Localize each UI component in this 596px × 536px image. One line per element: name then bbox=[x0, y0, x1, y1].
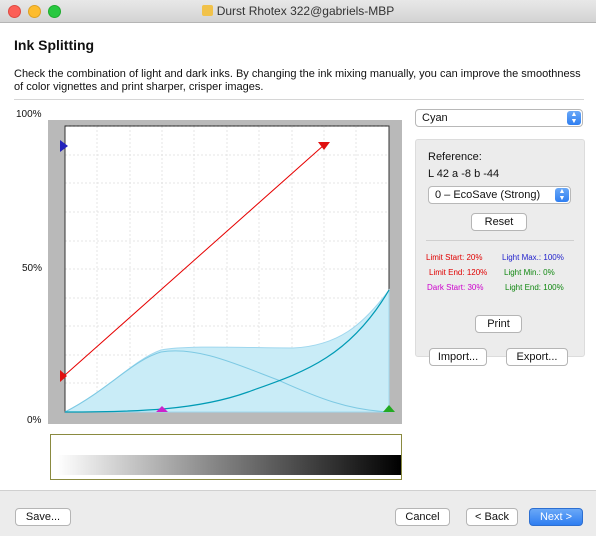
light-max-stat: Light Max.: 100% bbox=[502, 253, 564, 262]
light-min-value: 0% bbox=[543, 268, 555, 277]
window-title: Durst Rhotex 322@gabriels-MBP bbox=[0, 4, 596, 18]
limit-end-label: Limit End: bbox=[429, 268, 465, 277]
page-title: Ink Splitting bbox=[14, 37, 95, 53]
profile-select[interactable]: 0 – EcoSave (Strong) ▲ ▼ bbox=[428, 186, 571, 204]
dark-start-value: 30% bbox=[467, 283, 484, 292]
light-max-label: Light Max.: bbox=[502, 253, 542, 262]
title-bar: Durst Rhotex 322@gabriels-MBP bbox=[0, 0, 596, 23]
save-button[interactable]: Save... bbox=[15, 508, 71, 526]
profile-select-value: 0 – EcoSave (Strong) bbox=[435, 189, 541, 201]
main-content: Ink Splitting Check the combination of l… bbox=[0, 23, 596, 490]
limit-start-stat: Limit Start: 20% bbox=[426, 253, 482, 262]
footer-bar: Save... Cancel < Back Next > bbox=[0, 490, 596, 536]
light-min-stat: Light Min.: 0% bbox=[504, 268, 555, 277]
back-button[interactable]: < Back bbox=[466, 508, 518, 526]
limit-start-value: 20% bbox=[466, 253, 483, 262]
reset-button[interactable]: Reset bbox=[471, 213, 527, 231]
limit-end-stat: Limit End: 120% bbox=[429, 268, 487, 277]
import-button[interactable]: Import... bbox=[429, 348, 487, 366]
chevron-updown-icon: ▲ ▼ bbox=[555, 188, 569, 202]
light-end-label: Light End: bbox=[505, 283, 542, 292]
cancel-button[interactable]: Cancel bbox=[395, 508, 450, 526]
page-description: Check the combination of light and dark … bbox=[14, 68, 581, 93]
document-icon bbox=[201, 5, 213, 16]
header-divider bbox=[14, 99, 584, 100]
y-label-100: 100% bbox=[16, 109, 42, 120]
lab-value: L 42 a -8 b -44 bbox=[428, 168, 500, 180]
window-title-text: Durst Rhotex 322@gabriels-MBP bbox=[216, 4, 395, 18]
dark-start-label: Dark Start: bbox=[427, 283, 466, 292]
light-end-value: 100% bbox=[543, 283, 564, 292]
limit-start-label: Limit Start: bbox=[426, 253, 465, 262]
ink-select-value: Cyan bbox=[422, 112, 448, 124]
export-button[interactable]: Export... bbox=[506, 348, 568, 366]
reference-label: Reference: bbox=[428, 151, 482, 163]
next-button[interactable]: Next > bbox=[529, 508, 583, 526]
gradient-preview bbox=[50, 434, 402, 480]
chevron-updown-icon: ▲ ▼ bbox=[567, 111, 581, 125]
dark-start-stat: Dark Start: 30% bbox=[427, 283, 483, 292]
light-max-value: 100% bbox=[543, 253, 564, 262]
print-button[interactable]: Print bbox=[475, 315, 522, 333]
y-label-50: 50% bbox=[22, 263, 43, 274]
ink-split-chart[interactable] bbox=[48, 120, 402, 424]
ink-select[interactable]: Cyan ▲ ▼ bbox=[415, 109, 583, 127]
gradient-strip bbox=[57, 455, 401, 475]
y-label-0: 0% bbox=[27, 415, 42, 426]
light-end-stat: Light End: 100% bbox=[505, 283, 564, 292]
limit-end-value: 120% bbox=[466, 268, 488, 277]
light-min-label: Light Min.: bbox=[504, 268, 541, 277]
panel-divider bbox=[426, 240, 574, 241]
